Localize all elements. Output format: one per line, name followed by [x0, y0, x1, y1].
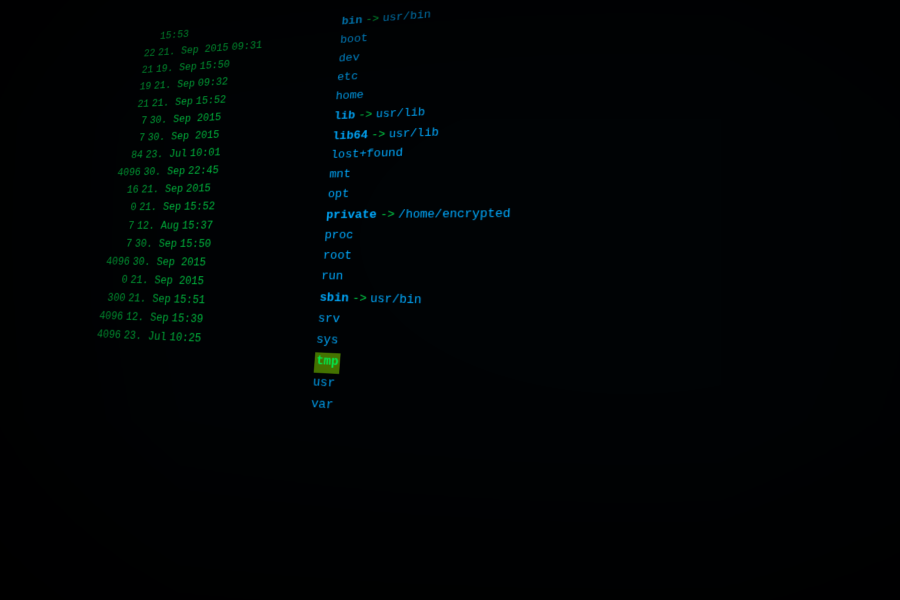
- line-14: 4096 30. Sep 2015: [96, 253, 315, 273]
- line-12: 7 12. Aug 15:37: [100, 216, 317, 234]
- right-column: bin -> usr/bin boot dev etc home lib: [299, 0, 900, 600]
- rline-proc: proc: [324, 225, 900, 249]
- left-column: 15:53 22 21. Sep 2015 09:31 21 19. Sep 1…: [63, 14, 343, 556]
- line-10: 16 21. Sep 2015: [105, 178, 321, 199]
- terminal-window: 15:53 22 21. Sep 2015 09:31 21 19. Sep 1…: [0, 0, 900, 600]
- line-13: 7 30. Sep 15:50: [98, 235, 316, 254]
- line-11: 0 21. Sep 15:52: [103, 197, 319, 217]
